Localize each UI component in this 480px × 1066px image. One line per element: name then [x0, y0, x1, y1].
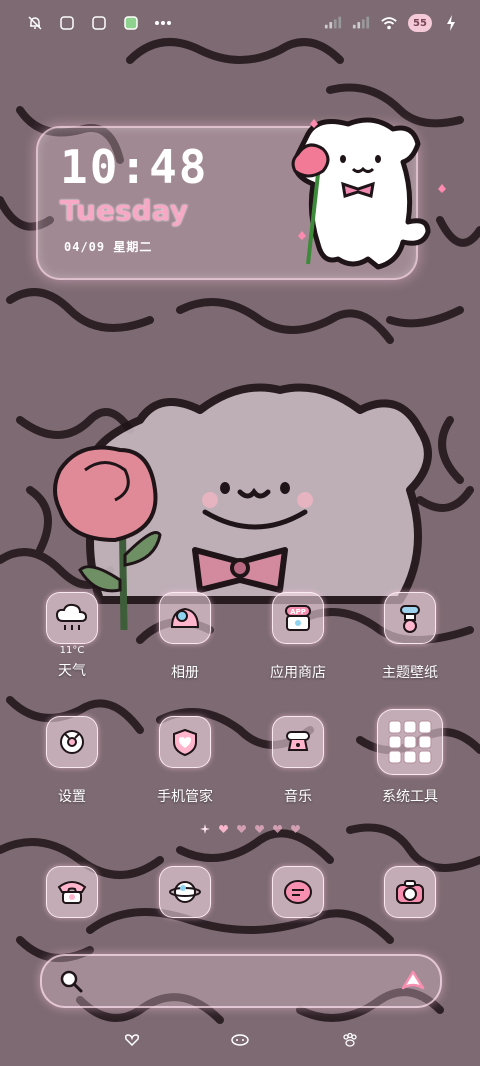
system-tools-folder-icon[interactable]	[377, 709, 443, 775]
app-label: 相册	[171, 665, 199, 681]
app-music[interactable]: 音乐	[243, 716, 353, 806]
app-weather[interactable]: 11°C 天气	[17, 592, 127, 680]
page-indicator[interactable]	[200, 824, 300, 834]
assistant-icon[interactable]	[400, 968, 426, 994]
dock-messages[interactable]	[243, 866, 353, 918]
notification-app-icon	[122, 14, 140, 32]
dock-browser[interactable]	[130, 866, 240, 918]
search-icon[interactable]	[58, 968, 84, 994]
clock-date: 04/09 星期二	[64, 240, 153, 254]
app-system-tools[interactable]: 系统工具	[355, 709, 465, 806]
app-store-icon[interactable]: APP	[272, 592, 324, 644]
app-label: 系统工具	[382, 789, 438, 805]
search-bar[interactable]	[40, 954, 442, 1008]
page-dot-heart-icon[interactable]	[273, 825, 282, 833]
dock-phone[interactable]	[17, 866, 127, 918]
back-heart-icon[interactable]	[120, 1030, 144, 1050]
camera-icon[interactable]	[384, 866, 436, 918]
more-notifications-icon	[154, 14, 172, 32]
messages-icon[interactable]	[272, 866, 324, 918]
battery-level: 55	[408, 14, 432, 32]
notification-app-icon	[58, 14, 76, 32]
svg-text:APP: APP	[290, 608, 306, 616]
home-face-icon[interactable]	[228, 1030, 252, 1050]
clock-day: Tuesday	[60, 194, 188, 227]
app-label: 天气	[58, 663, 86, 679]
notification-app-icon	[90, 14, 108, 32]
app-label: 手机管家	[157, 789, 213, 805]
navigation-bar	[0, 1030, 480, 1054]
app-settings[interactable]: 设置	[17, 716, 127, 806]
gallery-icon[interactable]	[159, 592, 211, 644]
app-label: 主题壁纸	[382, 665, 438, 681]
dog-with-rose-sticker	[291, 117, 446, 270]
app-phone-manager[interactable]: 手机管家	[130, 716, 240, 806]
clock-time: 10:48	[60, 140, 209, 194]
sparkle-icon	[200, 824, 210, 834]
weather-cloud-icon[interactable]	[46, 592, 98, 644]
app-label: 设置	[58, 789, 86, 805]
settings-icon[interactable]	[46, 716, 98, 768]
page-dot-heart-icon[interactable]	[219, 825, 228, 833]
wifi-icon	[380, 14, 398, 32]
app-label: 应用商店	[270, 665, 326, 681]
page-dot-heart-icon[interactable]	[255, 825, 264, 833]
app-label: 音乐	[284, 789, 312, 805]
recents-paw-icon[interactable]	[338, 1030, 362, 1050]
page-dot-heart-icon[interactable]	[237, 825, 246, 833]
status-bar-right: 55	[324, 14, 460, 32]
signal-icon	[324, 14, 342, 32]
browser-icon[interactable]	[159, 866, 211, 918]
clock-widget[interactable]: 10:48 Tuesday 04/09 星期二	[36, 117, 446, 280]
phone-manager-icon[interactable]	[159, 716, 211, 768]
signal-icon	[352, 14, 370, 32]
status-bar: 55	[0, 0, 480, 50]
weather-temperature: 11°C	[59, 645, 85, 656]
phone-icon[interactable]	[46, 866, 98, 918]
app-themes[interactable]: 主题壁纸	[355, 592, 465, 682]
app-app-store[interactable]: APP 应用商店	[243, 592, 353, 682]
app-gallery[interactable]: 相册	[130, 592, 240, 682]
mute-bell-icon	[26, 14, 44, 32]
dock-camera[interactable]	[355, 866, 465, 918]
themes-icon[interactable]	[384, 592, 436, 644]
status-bar-left	[26, 14, 172, 32]
music-icon[interactable]	[272, 716, 324, 768]
charging-icon	[442, 14, 460, 32]
page-dot-heart-icon[interactable]	[291, 825, 300, 833]
